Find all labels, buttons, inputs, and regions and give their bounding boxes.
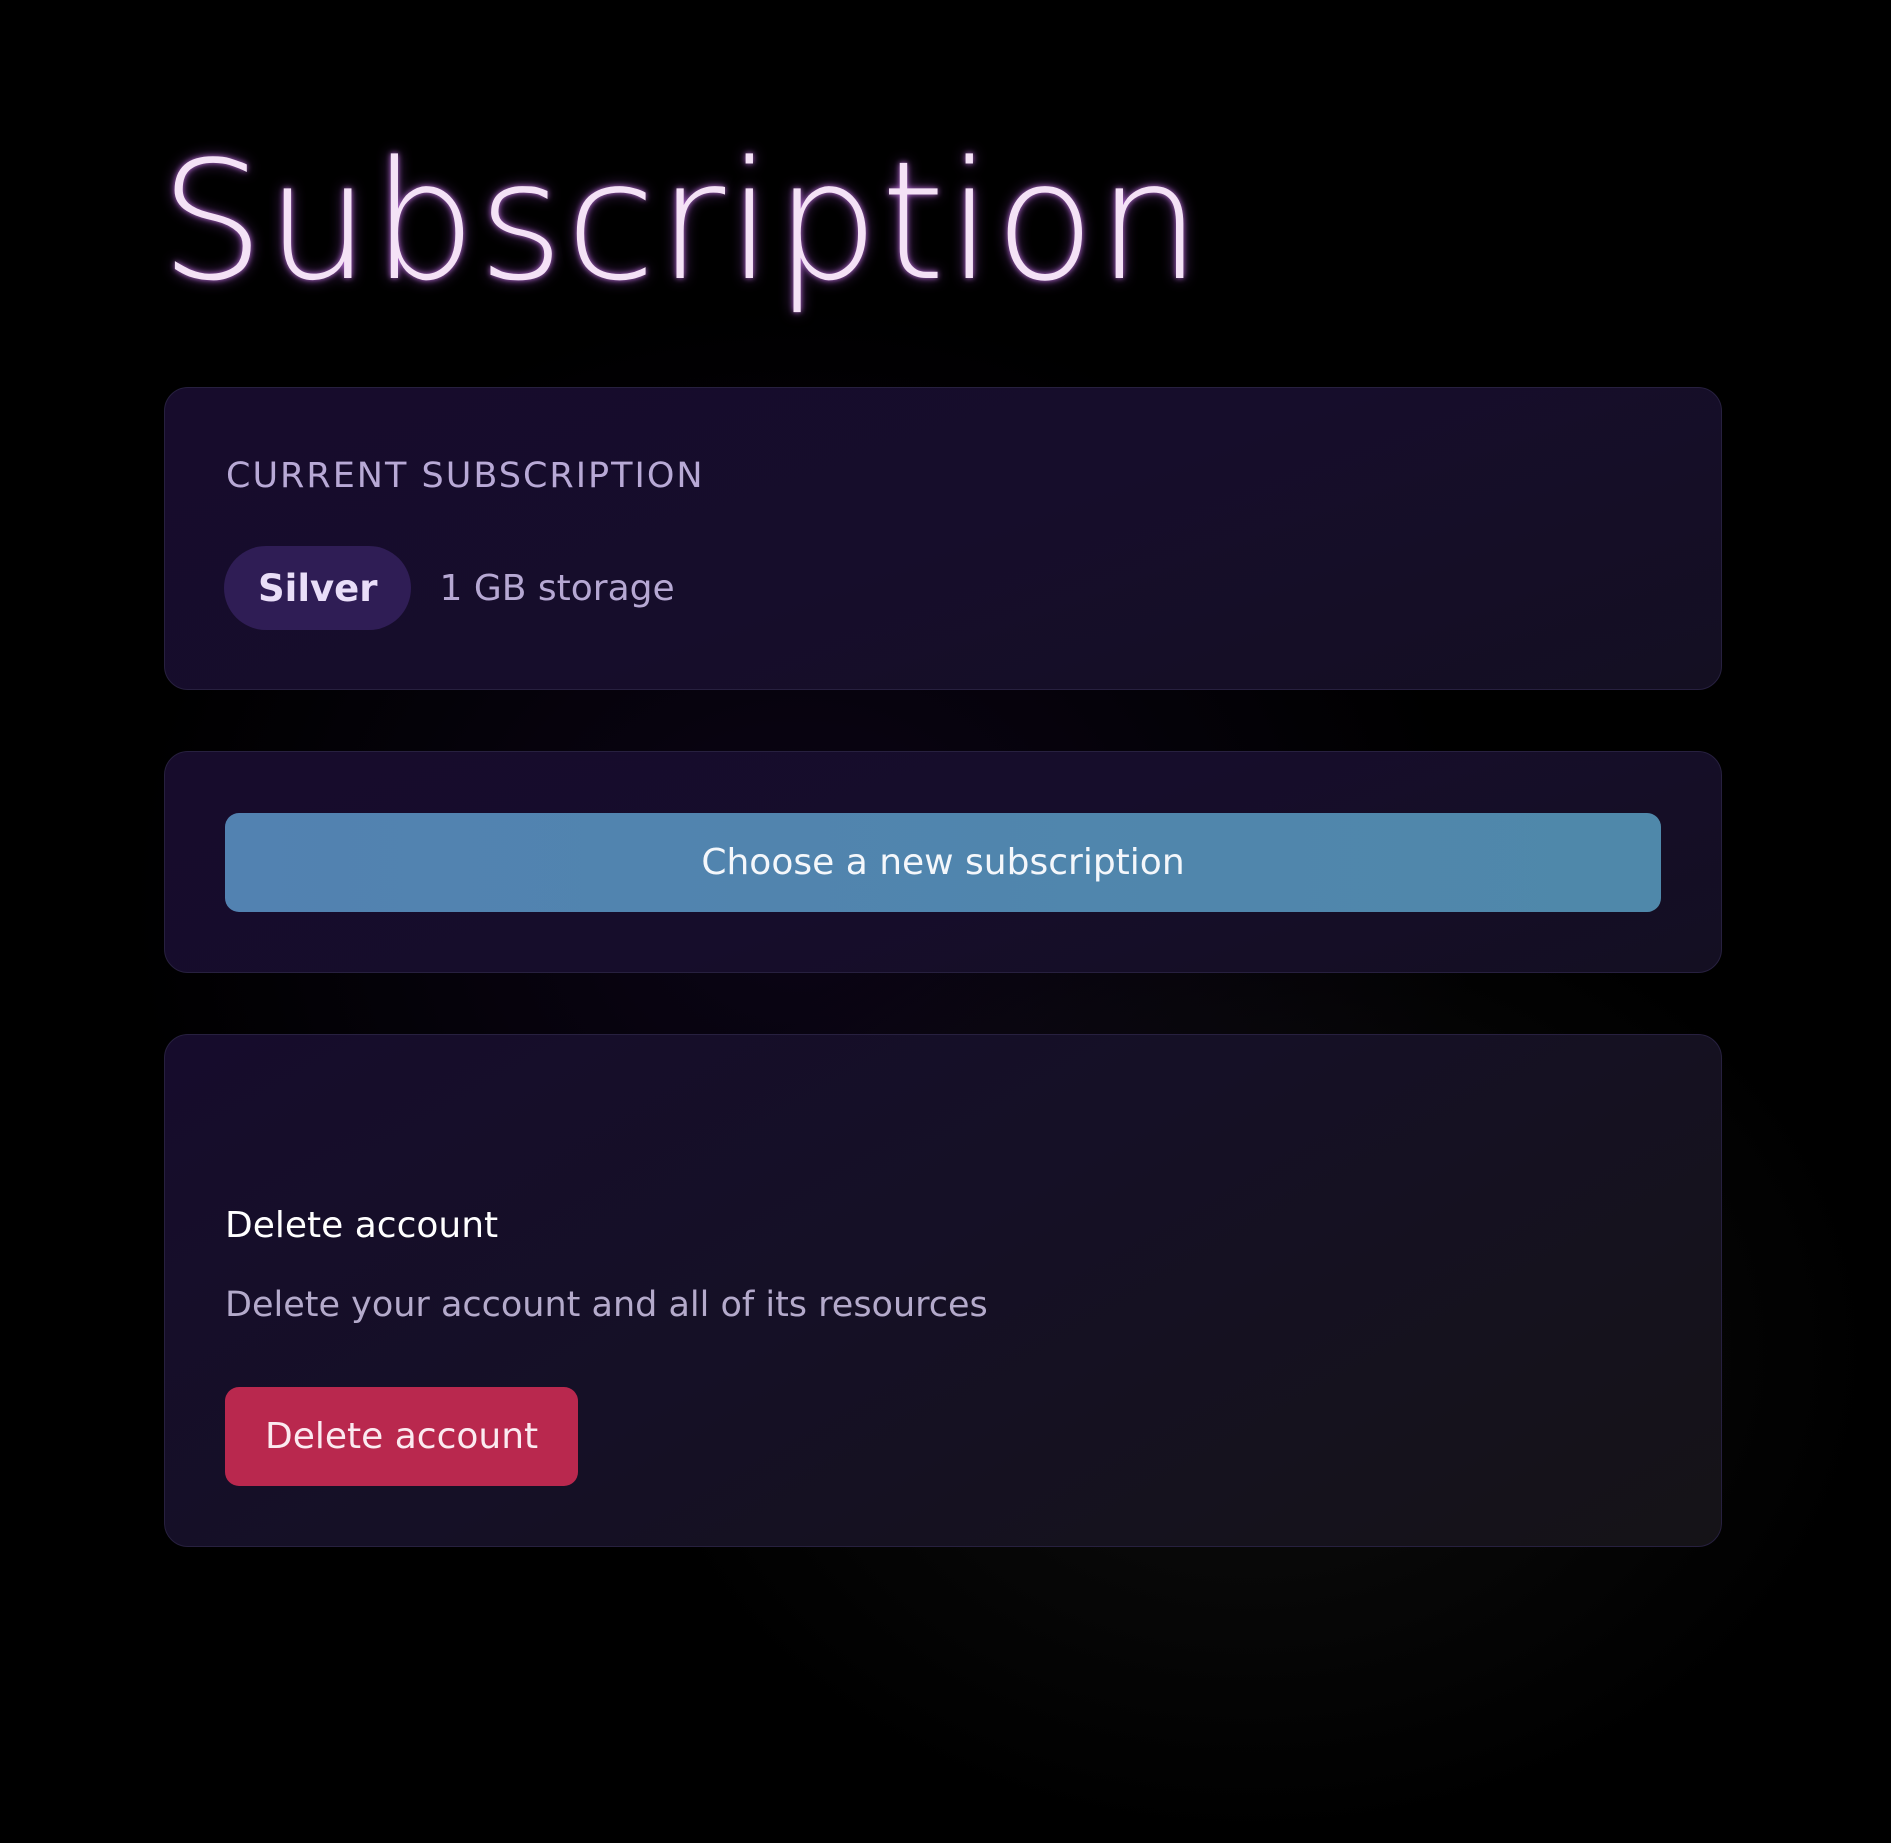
delete-account-card: Delete account Delete your account and a… <box>164 1034 1722 1547</box>
current-subscription-label: CURRENT SUBSCRIPTION <box>226 456 705 496</box>
plan-storage-detail: 1 GB storage <box>439 567 675 609</box>
plan-badge: Silver <box>224 546 412 630</box>
choose-new-subscription-button[interactable]: Choose a new subscription <box>225 813 1661 912</box>
delete-account-description: Delete your account and all of its resou… <box>225 1285 988 1325</box>
delete-account-button[interactable]: Delete account <box>225 1387 579 1486</box>
choose-subscription-card: Choose a new subscription <box>164 751 1722 973</box>
delete-account-heading: Delete account <box>225 1205 499 1246</box>
subscription-page: Subscription CURRENT SUBSCRIPTION Silver… <box>0 0 1891 1843</box>
page-title: Subscription <box>160 126 1203 317</box>
plan-row: Silver 1 GB storage <box>224 546 675 630</box>
current-subscription-card: CURRENT SUBSCRIPTION Silver 1 GB storage <box>164 387 1722 690</box>
